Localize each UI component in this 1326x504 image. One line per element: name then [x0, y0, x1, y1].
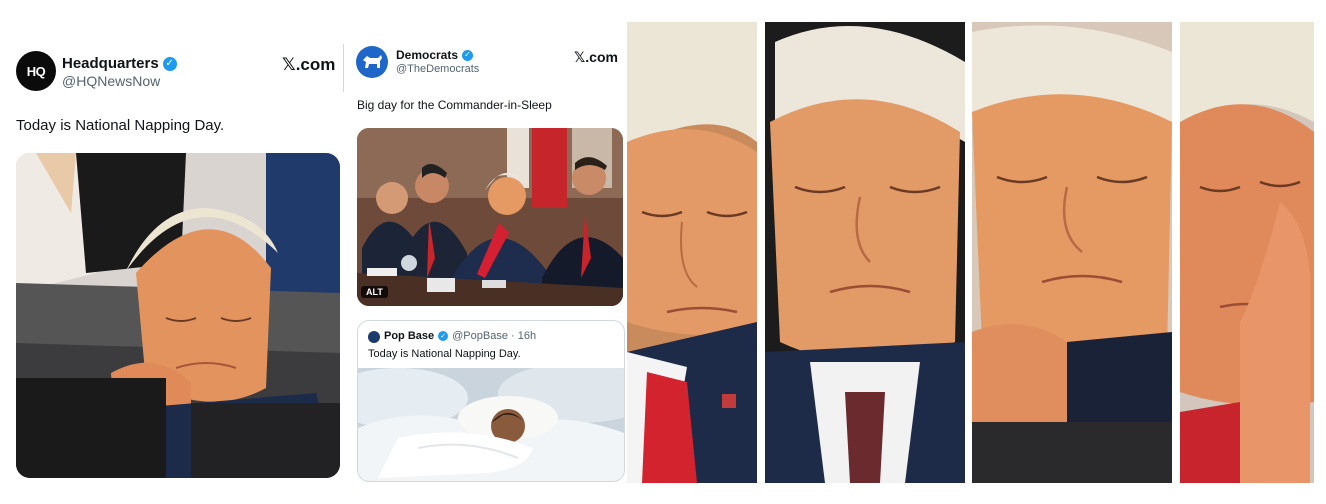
sleeping-man-closeup-icon: [627, 22, 757, 483]
quoted-author-handle[interactable]: @PopBase · 16h: [452, 330, 536, 342]
author-name-row: Democrats ✓: [396, 48, 474, 62]
alt-text-badge[interactable]: ALT: [361, 286, 388, 298]
tweet-text: Big day for the Commander-in-Sleep: [357, 98, 552, 112]
source-label[interactable]: 𝕏.com: [574, 49, 618, 66]
sleeping-man-head-tilted-icon: [765, 22, 965, 483]
author-handle[interactable]: @HQNewsNow: [62, 73, 160, 89]
quoted-author-name[interactable]: Pop Base: [384, 330, 434, 342]
column-divider: [343, 44, 344, 92]
tweet-photo-cabinet-meeting[interactable]: [357, 128, 623, 306]
avatar-pop-base[interactable]: [368, 331, 380, 343]
quoted-tweet-text: Today is National Napping Day.: [368, 348, 521, 360]
verified-badge-icon: ✓: [162, 56, 177, 71]
author-name[interactable]: Headquarters: [62, 55, 159, 72]
collage-panel-1: [627, 22, 757, 483]
photo-person-sleeping-on-clouds-icon: [358, 368, 624, 481]
quoted-author-row: Pop Base ✓ @PopBase · 16h: [384, 330, 536, 342]
quoted-tweet-photo[interactable]: [358, 368, 624, 481]
collage-panel-3: [972, 22, 1172, 483]
avatar-label: HQ: [26, 63, 46, 79]
sleeping-man-hand-on-face-icon: [1180, 22, 1314, 483]
verified-badge-icon: ✓: [462, 49, 474, 61]
collage-panel-4: [1180, 22, 1314, 483]
tweet-card-headquarters[interactable]: HQ Headquarters ✓ @HQNewsNow 𝕏.com Today…: [0, 0, 345, 504]
photo-cabinet-meeting-icon: [357, 128, 623, 306]
donkey-logo-icon: [363, 55, 382, 68]
author-name[interactable]: Democrats: [396, 48, 458, 62]
author-name-row: Headquarters ✓: [62, 55, 177, 72]
photo-sleeping-man-icon: [16, 153, 340, 478]
collage-panel-2: [765, 22, 965, 483]
avatar-democrats[interactable]: [356, 46, 388, 78]
author-handle[interactable]: @TheDemocrats: [396, 63, 479, 75]
tweet-text: Today is National Napping Day.: [16, 117, 225, 134]
source-label[interactable]: 𝕏.com: [282, 55, 335, 75]
tweet-photo-sleeping-man[interactable]: [16, 153, 340, 478]
sleeping-man-hand-on-chin-icon: [972, 22, 1172, 483]
verified-badge-icon: ✓: [438, 331, 449, 341]
quoted-tweet-card[interactable]: Pop Base ✓ @PopBase · 16h Today is Natio…: [357, 320, 625, 482]
avatar-headquarters[interactable]: HQ: [16, 51, 56, 91]
